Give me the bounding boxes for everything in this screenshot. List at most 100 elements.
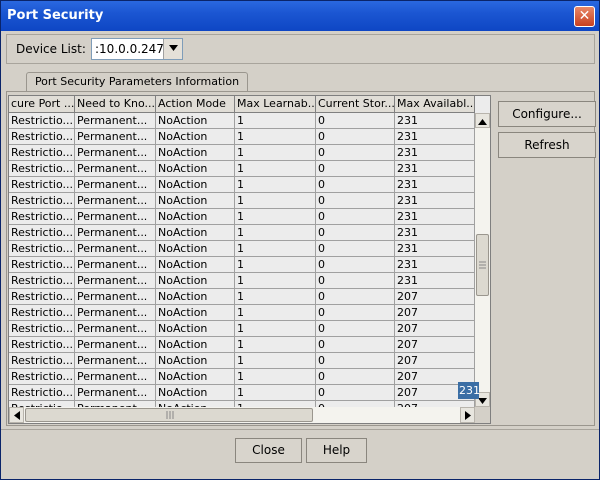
table-cell: Restrictio...: [9, 145, 75, 161]
refresh-button[interactable]: Refresh: [498, 132, 596, 158]
table-cell: Permanent...: [75, 161, 156, 177]
table-cell: NoAction: [156, 241, 235, 257]
table-cell: 1: [235, 289, 316, 305]
table-cell: Restrictio...: [9, 129, 75, 145]
table-cell: Restrictio...: [9, 305, 75, 321]
table-cell: 0: [316, 113, 395, 129]
table-cell: Restrictio...: [9, 241, 75, 257]
table-row[interactable]: Restrictio...Permanent...NoAction10207: [9, 321, 475, 337]
table-cell: 231: [395, 193, 475, 209]
table-row[interactable]: Restrictio...Permanent...NoAction10207: [9, 305, 475, 321]
table-cell: Restrictio...: [9, 257, 75, 273]
table-row[interactable]: Restrictio... Permanent... NoAction 1 0 231: [9, 225, 475, 241]
table-row[interactable]: Restrictio... Permanent... NoAction 1 0 231: [9, 273, 475, 289]
device-list-value: :10.0.0.247: [95, 42, 164, 56]
vertical-scrollbar[interactable]: [475, 113, 490, 407]
table-cell: Permanent...: [75, 129, 156, 145]
column-header[interactable]: Need to Kno...: [75, 96, 156, 113]
table-cell: Restrictio...: [9, 113, 75, 129]
table-row[interactable]: Restrictio... Permanent... NoAction 1 0 231: [9, 145, 475, 161]
table-cell: Restrictio...: [9, 369, 75, 385]
vertical-scroll-thumb[interactable]: [476, 234, 489, 296]
table-row[interactable]: Restrictio... Permanent... NoAction 1 0 231: [9, 209, 475, 225]
close-button[interactable]: Close: [235, 438, 302, 463]
table-header: cure Port ... Need to Kno... Action Mode Ma…: [9, 96, 475, 113]
table-cell: 0: [316, 161, 395, 177]
table-row[interactable]: Restrictio...Permanent...NoAction10207: [9, 337, 475, 353]
table-cell: 1: [235, 129, 316, 145]
table-cell: NoAction: [156, 193, 235, 209]
table-cell: 231: [395, 225, 475, 241]
table-row[interactable]: Restrictio... Permanent... NoAction 1 0 231: [9, 257, 475, 273]
table-cell: 0: [316, 353, 395, 369]
column-header[interactable]: Max Learnab...: [235, 96, 316, 113]
table-cell: Permanent...: [75, 209, 156, 225]
column-header[interactable]: cure Port ...: [9, 96, 75, 113]
table-cell: 1: [235, 225, 316, 241]
table-cell: Restrictio...: [9, 353, 75, 369]
table-cell: 1: [235, 385, 316, 401]
table-cell: Permanent...: [75, 177, 156, 193]
table-cell: 1: [235, 353, 316, 369]
table-row[interactable]: Restrictio...Permanent...NoAction10207: [9, 369, 475, 385]
table-row[interactable]: Restrictio... Permanent... NoAction 1 0 231: [9, 113, 475, 129]
table-cell: 231: [395, 209, 475, 225]
scroll-left-icon[interactable]: [9, 407, 24, 423]
table-cell: Permanent...: [75, 369, 156, 385]
horizontal-scrollbar[interactable]: [9, 407, 475, 423]
table-cell: 231: [395, 273, 475, 289]
table-cell: Permanent...: [75, 241, 156, 257]
table-row[interactable]: Restrictio... Permanent... NoAction 1 0 231: [9, 241, 475, 257]
scroll-right-icon[interactable]: [460, 407, 475, 423]
table-cell: 1: [235, 257, 316, 273]
table-row[interactable]: Restrictio... Permanent... NoAction 1 0 231: [9, 129, 475, 145]
table-cell: 0: [316, 129, 395, 145]
close-icon[interactable]: ✕: [574, 6, 595, 27]
table-cell: 207: [395, 321, 475, 337]
device-list-combo[interactable]: :10.0.0.247: [91, 38, 183, 60]
help-button[interactable]: Help: [306, 438, 367, 463]
table-cell: Restrictio...: [9, 273, 75, 289]
scroll-up-icon[interactable]: [475, 113, 490, 128]
table-row[interactable]: Restrictio...Permanent...NoAction10207: [9, 385, 475, 401]
table-cell: NoAction: [156, 273, 235, 289]
table-cell: 207: [395, 289, 475, 305]
table-cell: Permanent...: [75, 289, 156, 305]
cell-tooltip: 231: [458, 382, 480, 399]
table-cell: Permanent...: [75, 273, 156, 289]
table-cell: NoAction: [156, 145, 235, 161]
tab-port-security-parameters[interactable]: Port Security Parameters Information: [26, 72, 248, 92]
column-header[interactable]: Action Mode: [156, 96, 235, 113]
table-cell: Restrictio...: [9, 289, 75, 305]
table-cell: 231: [395, 161, 475, 177]
table-cell: 1: [235, 321, 316, 337]
table-row[interactable]: Restrictio... Permanent... NoAction 1 0 231: [9, 161, 475, 177]
table-cell: NoAction: [156, 129, 235, 145]
table-cell: 0: [316, 369, 395, 385]
table-row[interactable]: Restrictio...Permanent...NoAction10207: [9, 353, 475, 369]
table-cell: 0: [316, 225, 395, 241]
table-row[interactable]: Restrictio...Permanent...NoAction10207: [9, 289, 475, 305]
table-cell: Permanent...: [75, 145, 156, 161]
table-cell: 1: [235, 177, 316, 193]
table-row[interactable]: Restrictio... Permanent... NoAction 1 0 231: [9, 193, 475, 209]
column-header[interactable]: Max Availabl...: [395, 96, 475, 113]
table-cell: Restrictio...: [9, 209, 75, 225]
column-header[interactable]: Current Stor...: [316, 96, 395, 113]
table-cell: 231: [395, 129, 475, 145]
horizontal-scroll-thumb[interactable]: [25, 408, 313, 422]
table-cell: 1: [235, 193, 316, 209]
table-cell: 0: [316, 209, 395, 225]
bottom-divider: [1, 429, 599, 430]
table-cell: NoAction: [156, 161, 235, 177]
title-bar[interactable]: Port Security ✕: [1, 1, 599, 31]
table-cell: 1: [235, 209, 316, 225]
chevron-down-icon[interactable]: [163, 39, 182, 59]
table-cell: Permanent...: [75, 353, 156, 369]
table-cell: 1: [235, 305, 316, 321]
configure-button[interactable]: Configure...: [498, 101, 596, 127]
table-cell: NoAction: [156, 177, 235, 193]
table-row[interactable]: Restrictio... Permanent... NoAction 1 0 231: [9, 177, 475, 193]
table-cell: 231: [395, 241, 475, 257]
table-cell: NoAction: [156, 385, 235, 401]
